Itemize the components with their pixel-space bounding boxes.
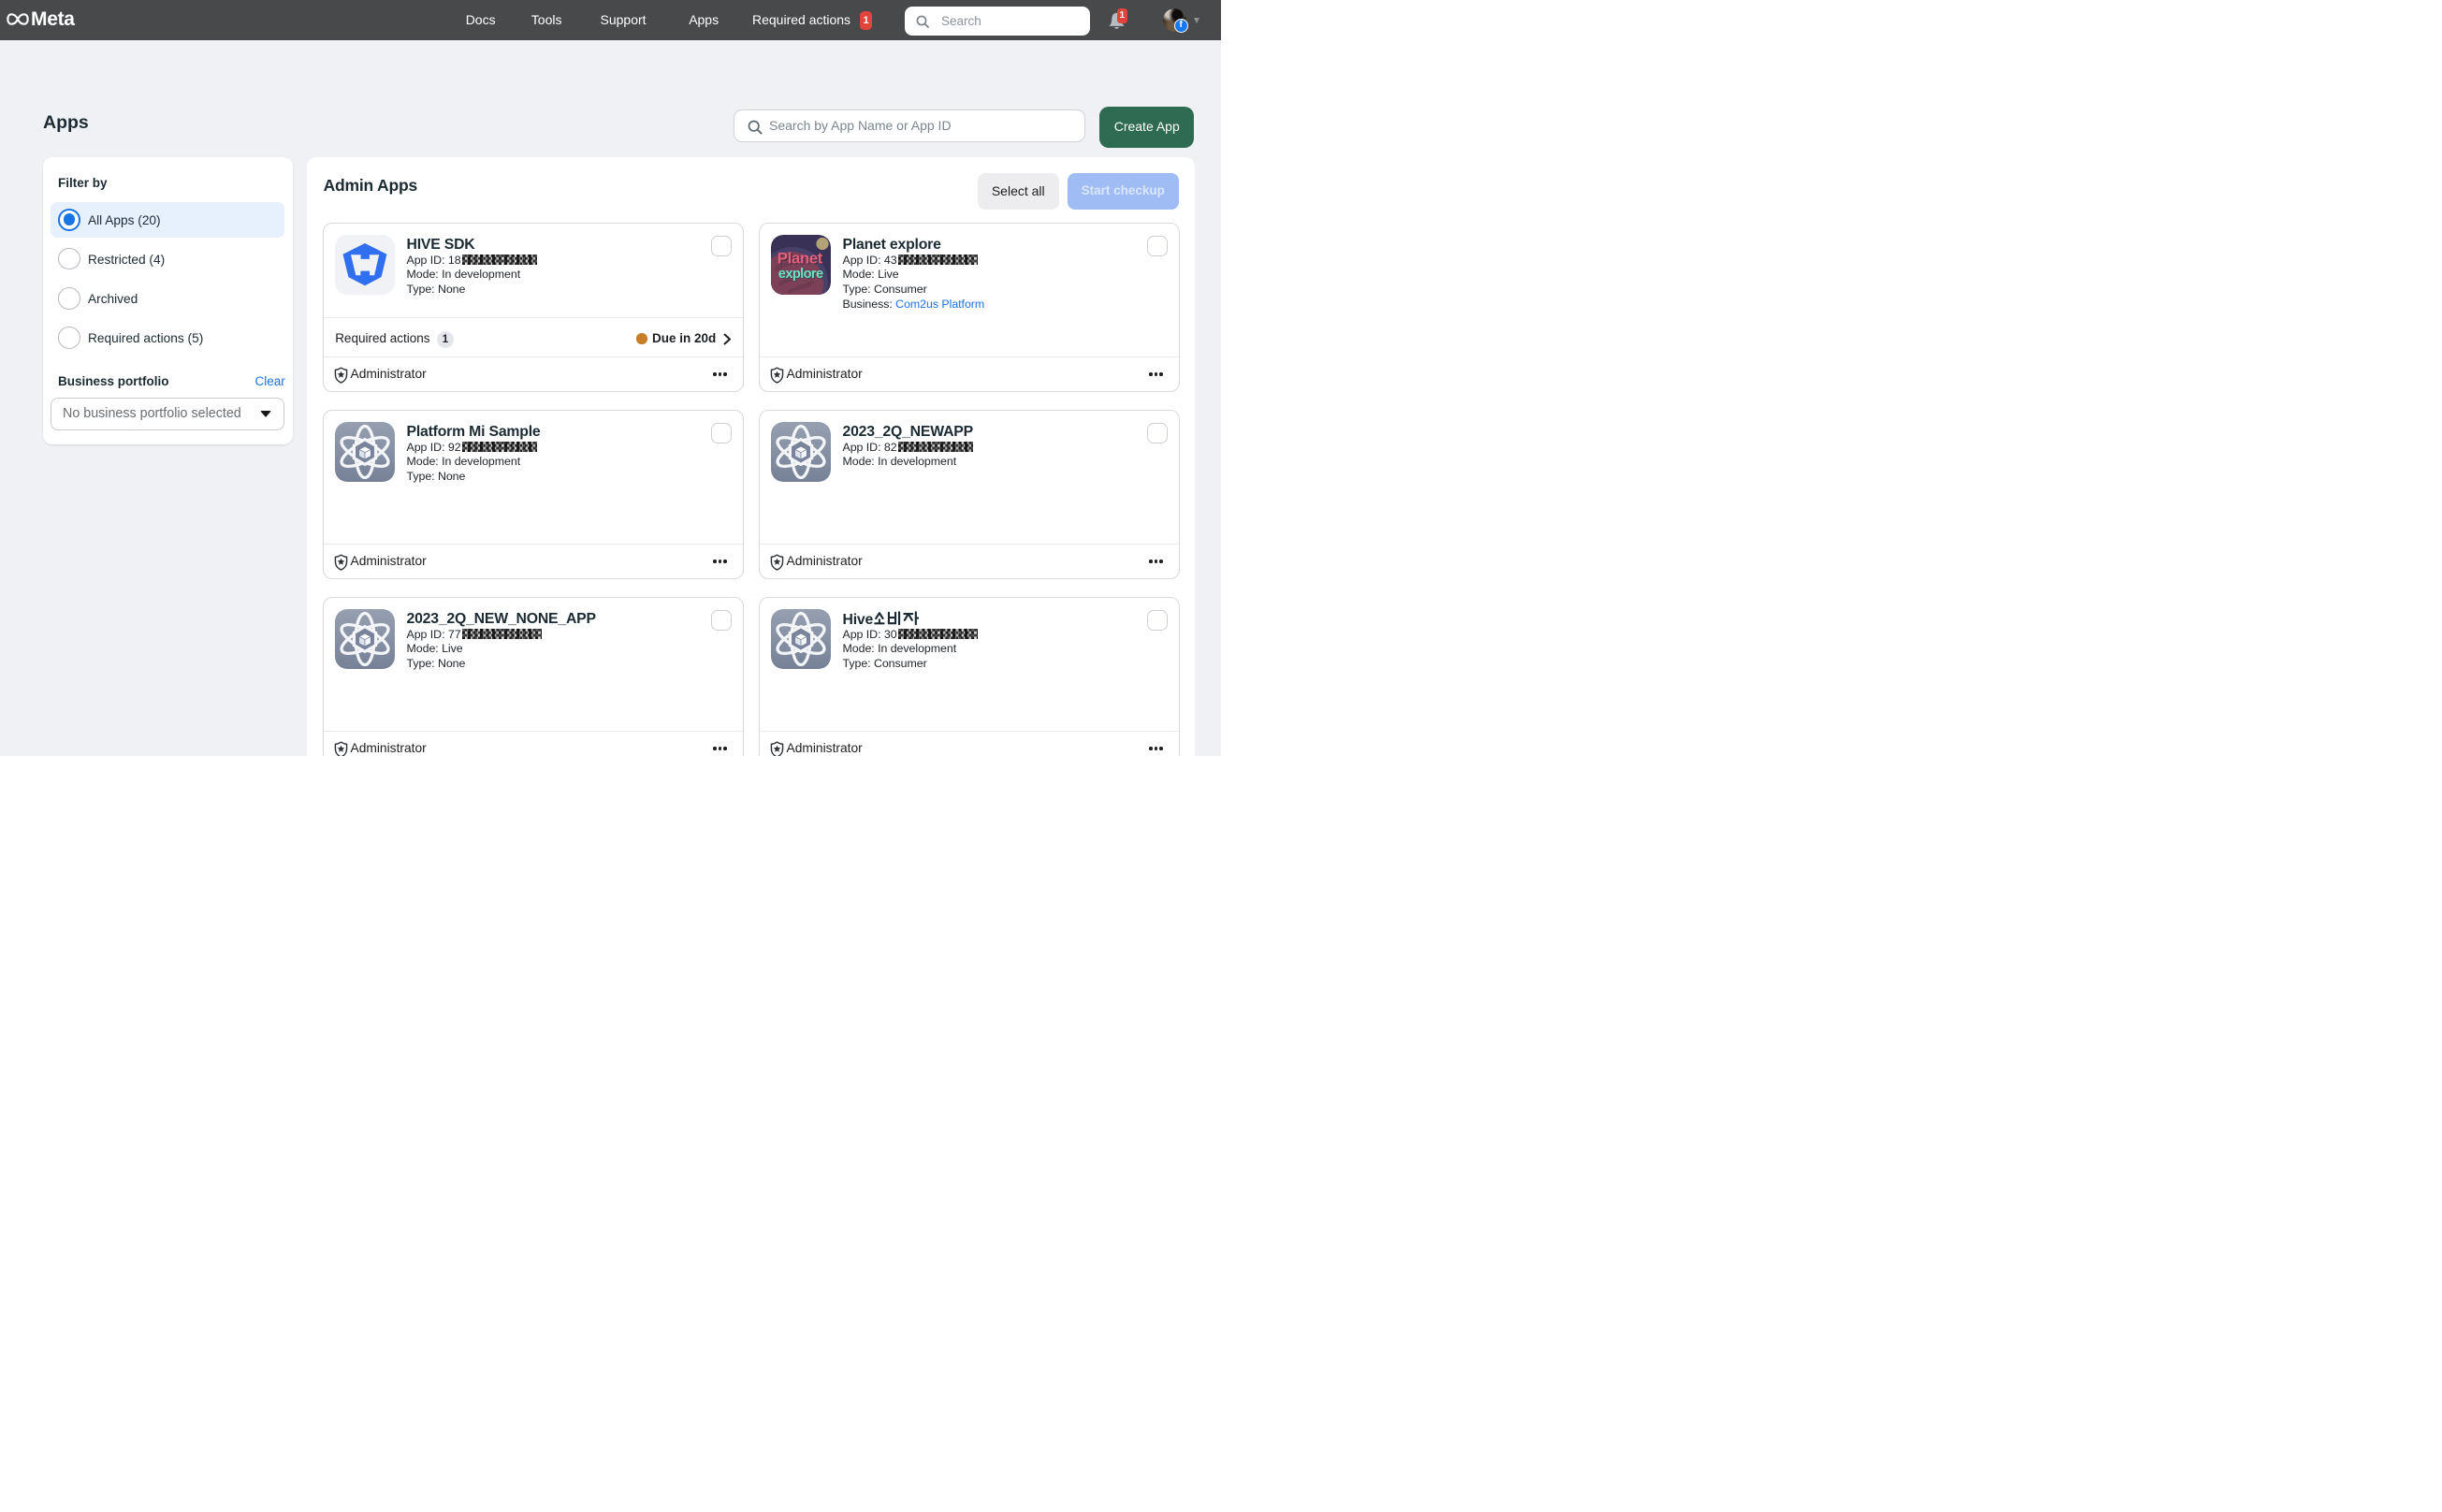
svg-text:explore: explore [778,266,823,281]
svg-text:Planet: Planet [778,249,823,267]
